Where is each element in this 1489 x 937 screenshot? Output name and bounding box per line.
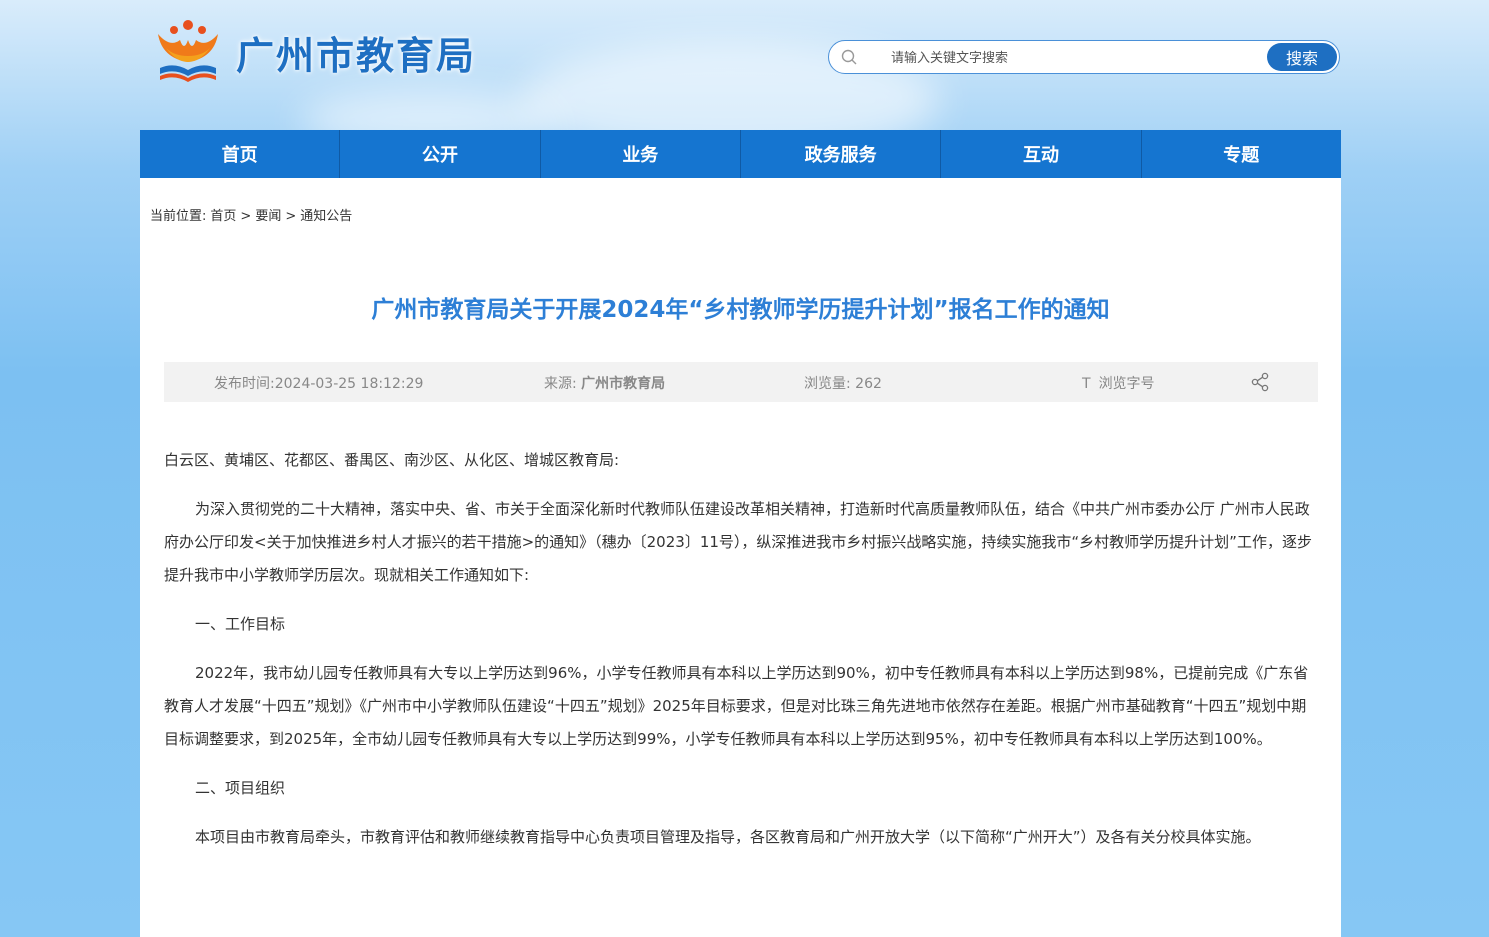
breadcrumb-separator: >	[285, 209, 297, 224]
source-value: 广州市教育局	[581, 376, 666, 392]
nav-item-topics[interactable]: 专题	[1142, 130, 1341, 178]
main-nav: 首页 公开 业务 政务服务 互动 专题	[140, 130, 1341, 178]
breadcrumb-separator: >	[240, 209, 252, 224]
publish-time: 发布时间:2024-03-25 18:12:29	[214, 373, 423, 393]
breadcrumb: 当前位置: 首页 > 要闻 > 通知公告	[150, 205, 356, 224]
font-size-icon: T	[1082, 376, 1091, 392]
article-body: 白云区、黄埔区、花都区、番禺区、南沙区、从化区、增城区教育局: 为深入贯彻党的二…	[164, 444, 1318, 870]
paragraph-intro: 为深入贯彻党的二十大精神，落实中央、省、市关于全面深化新时代教师队伍建设改革相关…	[164, 500, 1312, 584]
main-content: 当前位置: 首页 > 要闻 > 通知公告 广州市教育局关于开展2024年“乡村教师学历提升…	[140, 178, 1341, 937]
section-heading: 一、工作目标	[195, 615, 286, 633]
share-icon[interactable]	[1250, 372, 1270, 392]
search-input[interactable]	[889, 43, 1253, 73]
breadcrumb-home[interactable]: 首页	[210, 209, 236, 224]
site-header: 广州市教育局 搜索	[140, 0, 1341, 130]
emblem-logo-icon	[152, 18, 224, 86]
article-title: 广州市教育局关于开展2024年“乡村教师学历提升计划”报名工作的通知	[371, 297, 1110, 323]
nav-item-gov-service[interactable]: 政务服务	[741, 130, 942, 178]
site-title: 广州市教育局	[236, 33, 477, 78]
section-heading: 二、项目组织	[195, 779, 286, 797]
salutation: 白云区、黄埔区、花都区、番禺区、南沙区、从化区、增城区教育局:	[164, 451, 620, 469]
article-meta-bar: 发布时间:2024-03-25 18:12:29 来源: 广州市教育局 浏览量:…	[164, 362, 1318, 402]
view-count-value: 262	[855, 376, 882, 392]
nav-item-public[interactable]: 公开	[340, 130, 541, 178]
source-label: 来源:	[544, 376, 577, 392]
nav-item-business[interactable]: 业务	[541, 130, 741, 178]
breadcrumb-notices[interactable]: 通知公告	[300, 209, 352, 224]
nav-item-home[interactable]: 首页	[140, 130, 341, 178]
site-logo[interactable]: 广州市教育局	[152, 18, 476, 86]
search-button[interactable]: 搜索	[1267, 43, 1337, 71]
view-count-label: 浏览量:	[804, 376, 851, 392]
view-count: 浏览量: 262	[804, 373, 882, 393]
nav-item-interaction[interactable]: 互动	[941, 130, 1142, 178]
publish-time-label: 发布时间:	[214, 376, 275, 392]
breadcrumb-prefix: 当前位置:	[150, 209, 207, 224]
source: 来源: 广州市教育局	[544, 373, 665, 393]
paragraph-organization: 本项目由市教育局牵头，市教育评估和教师继续教育指导中心负责项目管理及指导，各区教…	[195, 828, 1261, 846]
breadcrumb-news[interactable]: 要闻	[255, 209, 281, 224]
publish-time-value: 2024-03-25 18:12:29	[274, 376, 424, 392]
search-box: 搜索	[828, 40, 1340, 74]
search-icon	[841, 49, 857, 65]
font-size-label: 浏览字号	[1098, 376, 1155, 392]
paragraph-goals: 2022年，我市幼儿园专任教师具有大专以上学历达到96%，小学专任教师具有本科以…	[164, 664, 1309, 748]
font-size-control[interactable]: T 浏览字号	[1082, 373, 1155, 393]
